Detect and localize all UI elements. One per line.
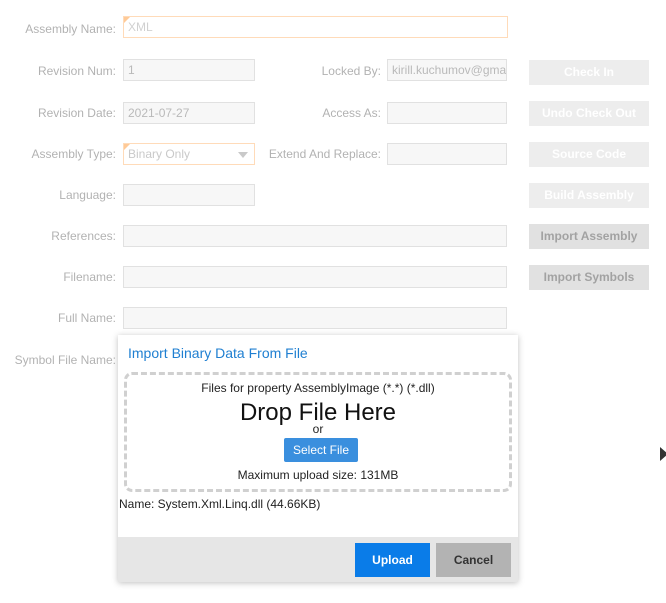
import-symbols-button[interactable]: Import Symbols bbox=[529, 265, 649, 290]
import-assembly-button[interactable]: Import Assembly bbox=[529, 224, 649, 249]
filename-input[interactable] bbox=[123, 266, 507, 288]
revision-date-input[interactable]: 2021-07-27 bbox=[123, 102, 255, 124]
symbol-file-name-label: Symbol File Name: bbox=[14, 353, 116, 367]
filename-label: Filename: bbox=[63, 270, 116, 284]
undo-check-out-button[interactable]: Undo Check Out bbox=[529, 101, 649, 126]
full-name-input[interactable] bbox=[123, 307, 507, 329]
language-label: Language: bbox=[59, 188, 116, 202]
assembly-type-label: Assembly Type: bbox=[31, 147, 116, 161]
assembly-type-value: Binary Only bbox=[128, 147, 191, 161]
select-file-button[interactable]: Select File bbox=[284, 438, 358, 462]
chevron-down-icon bbox=[238, 152, 248, 158]
locked-by-input[interactable]: kirill.kuchumov@gma bbox=[387, 59, 507, 81]
upload-button[interactable]: Upload bbox=[355, 543, 430, 577]
revision-date-label: Revision Date: bbox=[37, 106, 116, 120]
assembly-type-select[interactable]: Binary Only bbox=[123, 143, 255, 165]
extend-replace-label: Extend And Replace: bbox=[268, 147, 381, 161]
full-name-label: Full Name: bbox=[57, 311, 116, 325]
mouse-cursor-icon bbox=[660, 447, 666, 461]
import-dialog: Import Binary Data From File Files for p… bbox=[118, 335, 518, 582]
references-label: References: bbox=[51, 229, 116, 243]
revision-num-label: Revision Num: bbox=[37, 64, 116, 78]
language-input[interactable] bbox=[123, 184, 255, 206]
cancel-button[interactable]: Cancel bbox=[436, 543, 511, 577]
dialog-footer: Upload Cancel bbox=[118, 537, 518, 582]
access-as-label: Access As: bbox=[322, 106, 381, 120]
dialog-title: Import Binary Data From File bbox=[128, 345, 308, 361]
assembly-name-input[interactable]: XML bbox=[123, 16, 508, 38]
selected-file-name: Name: System.Xml.Linq.dll (44.66KB) bbox=[119, 497, 321, 511]
source-code-button[interactable]: Source Code bbox=[529, 142, 649, 167]
locked-by-label: Locked By: bbox=[321, 64, 381, 78]
or-text: or bbox=[312, 422, 324, 436]
references-input[interactable] bbox=[123, 225, 507, 247]
build-assembly-button[interactable]: Build Assembly bbox=[529, 183, 649, 208]
revision-num-input[interactable]: 1 bbox=[123, 59, 255, 81]
max-upload-size-text: Maximum upload size: 131MB bbox=[237, 468, 399, 482]
assembly-name-label: Assembly Name: bbox=[25, 22, 116, 36]
file-drop-zone[interactable]: Files for property AssemblyImage (*.*) (… bbox=[124, 372, 512, 492]
accepted-files-text: Files for property AssemblyImage (*.*) (… bbox=[201, 381, 435, 395]
access-as-input[interactable] bbox=[387, 102, 507, 124]
extend-replace-input[interactable] bbox=[387, 143, 507, 165]
check-in-button[interactable]: Check In bbox=[529, 60, 649, 85]
